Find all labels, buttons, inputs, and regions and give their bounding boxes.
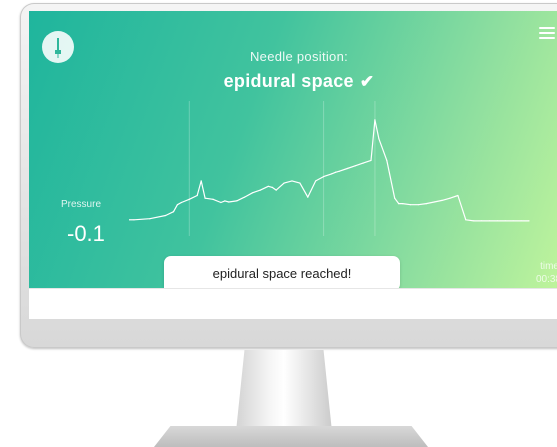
pressure-data-point — [267, 185, 269, 187]
pressure-data-point — [315, 180, 317, 182]
pressure-data-point — [374, 119, 376, 121]
pressure-data-point — [398, 203, 400, 205]
pressure-data-point — [196, 194, 198, 197]
pressure-data-point — [457, 194, 459, 197]
pressure-data-point — [236, 200, 238, 202]
pressure-data-point — [307, 196, 309, 198]
pressure-data-point — [394, 197, 396, 199]
notification-bubble: epidural space reached! — [164, 256, 400, 292]
monitor-chin — [29, 288, 557, 319]
pressure-data-point — [165, 214, 167, 217]
pressure-data-point — [133, 219, 135, 221]
pressure-trace-line — [133, 119, 529, 222]
pressure-data-point — [149, 218, 151, 220]
monitor-stand-base — [154, 426, 428, 447]
pressure-data-point — [528, 220, 530, 222]
pressure-data-point — [330, 173, 333, 175]
pressure-data-point — [299, 182, 301, 184]
pressure-data-point — [271, 186, 273, 188]
time-label: time — [540, 261, 557, 272]
pressure-data-point — [338, 170, 340, 172]
pressure-data-point — [409, 204, 412, 206]
pressure-data-point — [465, 219, 467, 221]
pressure-data-point — [512, 220, 514, 222]
pressure-data-point — [334, 171, 337, 173]
pressure-data-point — [386, 159, 388, 161]
pressure-data-point — [188, 198, 190, 200]
pressure-data-point — [433, 201, 435, 203]
notification-message: epidural space reached! — [212, 266, 352, 281]
pressure-data-point — [354, 165, 356, 167]
pressure-data-point — [520, 220, 522, 222]
pressure-data-point — [259, 189, 261, 191]
pressure-data-point — [251, 192, 254, 194]
pressure-data-point — [481, 220, 483, 222]
pressure-data-point — [496, 220, 498, 222]
pressure-data-point — [275, 189, 277, 191]
pressure-data-point — [425, 203, 427, 205]
pressure-data-point — [362, 162, 364, 164]
pressure-label: Pressure — [61, 199, 102, 210]
pressure-data-point — [504, 220, 506, 222]
pressure-data-point — [244, 196, 246, 198]
pressure-data-point — [224, 200, 226, 202]
pressure-data-point — [180, 201, 182, 204]
pressure-data-point — [323, 176, 325, 178]
pressure-chart — [129, 101, 530, 236]
pressure-data-point — [176, 204, 179, 206]
pressure-data-point — [370, 159, 372, 161]
pressure-data-point — [204, 197, 206, 199]
pressure-data-point — [291, 180, 293, 182]
app-screen: Needle position: epidural space ✔ Pressur… — [29, 11, 557, 288]
pressure-data-point — [417, 204, 419, 206]
pressure-data-point — [402, 203, 404, 205]
pressure-data-point — [488, 220, 491, 222]
pressure-data-point — [172, 211, 175, 213]
pressure-data-point — [283, 182, 285, 184]
pressure-data-point — [441, 199, 443, 201]
time-value: 00:38 — [535, 274, 557, 285]
pressure-data-point — [228, 201, 230, 203]
pressure-data-point — [449, 197, 451, 199]
pressure-data-point — [200, 180, 202, 182]
monitor-stand-neck — [236, 350, 332, 430]
pressure-data-point — [346, 167, 348, 170]
pressure-data-point — [212, 198, 214, 200]
pressure-data-point — [378, 138, 380, 140]
pressure-value: -0.1 — [67, 221, 105, 246]
pressure-data-point — [220, 201, 222, 204]
pressure-data-point — [473, 220, 475, 222]
